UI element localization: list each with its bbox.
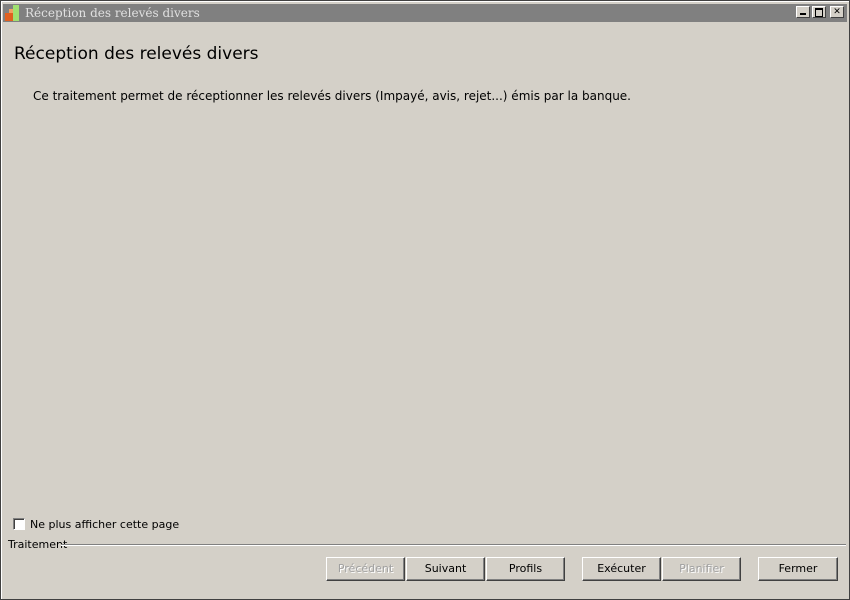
maximize-button[interactable] [812,6,826,18]
hide-page-option[interactable]: Ne plus afficher cette page [13,517,179,531]
page-title: Réception des relevés divers [14,44,259,64]
next-button[interactable]: Suivant [406,557,485,581]
hide-page-checkbox[interactable] [13,518,25,530]
app-icon [5,5,23,21]
app-window: Réception des relevés divers ✕ Réception… [0,0,850,600]
profiles-button[interactable]: Profils [486,557,565,581]
hide-page-label[interactable]: Ne plus afficher cette page [30,518,179,531]
group-divider [61,544,846,546]
window-title: Réception des relevés divers [25,6,200,20]
page-description: Ce traitement permet de réceptionner les… [33,89,631,103]
close-button[interactable]: Fermer [758,557,838,581]
schedule-button[interactable]: Planifier [662,557,741,581]
close-window-button[interactable]: ✕ [830,6,844,18]
close-icon: ✕ [833,7,841,17]
minimize-button[interactable] [796,6,810,18]
execute-button[interactable]: Exécuter [582,557,661,581]
previous-button[interactable]: Précédent [326,557,405,581]
title-bar[interactable]: Réception des relevés divers ✕ [3,4,847,22]
